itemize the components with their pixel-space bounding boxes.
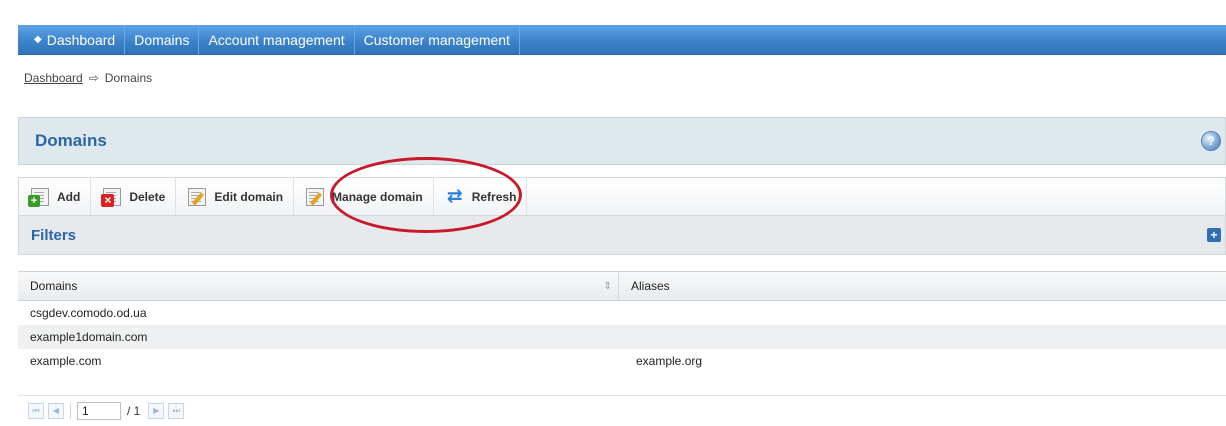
- first-page-icon[interactable]: ⏮: [28, 402, 44, 419]
- filters-bar[interactable]: Filters +: [18, 215, 1226, 255]
- add-document-icon: [28, 187, 49, 207]
- edit-document-icon: [188, 187, 207, 206]
- help-icon[interactable]: ?: [1201, 131, 1221, 151]
- add-button-label: Add: [57, 189, 81, 204]
- manage-domain-button-label: Manage domain: [332, 189, 423, 204]
- delete-button[interactable]: Delete: [91, 178, 177, 215]
- breadcrumb-dashboard-link[interactable]: Dashboard: [24, 71, 83, 85]
- next-page-icon[interactable]: ▶: [148, 402, 165, 419]
- domains-table: Domains ⇕ Aliases csgdev.comodo.od.ua ex…: [18, 271, 1226, 373]
- column-header-domains[interactable]: Domains ⇕: [18, 272, 618, 300]
- table-row[interactable]: example.com example.org: [18, 349, 1226, 373]
- domain-cell: example1domain.com: [30, 330, 148, 344]
- breadcrumb: Dashboard ⇨ Domains: [24, 71, 152, 85]
- prev-page-icon[interactable]: ◀: [48, 402, 64, 419]
- page-title-panel: Domains ?: [18, 117, 1226, 165]
- table-row[interactable]: example1domain.com: [18, 325, 1226, 349]
- page-total: / 1: [127, 403, 141, 418]
- nav-customer-management[interactable]: Customer management: [355, 24, 520, 55]
- pager-divider: [70, 402, 71, 419]
- nav-dashboard-label: Dashboard: [46, 31, 116, 48]
- manage-domain-button[interactable]: Manage domain: [294, 178, 434, 215]
- table-row[interactable]: csgdev.comodo.od.ua: [18, 301, 1226, 325]
- app-frame: ◆ Dashboard Domains Account management C…: [18, 0, 1226, 426]
- nav-domains-label: Domains: [134, 31, 190, 48]
- refresh-button[interactable]: ⇄ Refresh: [434, 178, 528, 215]
- sort-icon[interactable]: ⇕: [604, 281, 612, 292]
- domain-cell: csgdev.comodo.od.ua: [30, 306, 147, 320]
- toolbar: Add Delete Edit domain Manage domain ⇄ R…: [18, 177, 1226, 215]
- filters-label: Filters: [31, 226, 77, 244]
- domain-cell: example.com: [30, 354, 102, 368]
- edit-domain-button-label: Edit domain: [214, 189, 284, 204]
- add-button[interactable]: Add: [19, 178, 92, 215]
- nav-dashboard[interactable]: ◆ Dashboard: [18, 24, 126, 55]
- page-number-input[interactable]: [77, 401, 121, 420]
- nav-account-management[interactable]: Account management: [199, 24, 355, 55]
- delete-document-icon: [101, 187, 122, 207]
- column-header-domains-label: Domains: [30, 279, 78, 293]
- column-header-aliases-label: Aliases: [631, 279, 670, 293]
- pager: ⏮ ◀ / 1 ▶ ⏭: [18, 395, 1226, 425]
- delete-button-label: Delete: [129, 189, 166, 204]
- top-nav: ◆ Dashboard Domains Account management C…: [18, 24, 1226, 55]
- nav-customer-management-label: Customer management: [363, 31, 510, 48]
- arrow-right-icon: ⇨: [88, 71, 99, 85]
- home-icon: ◆: [34, 34, 42, 45]
- nav-account-management-label: Account management: [208, 31, 345, 48]
- expand-plus-icon[interactable]: +: [1207, 228, 1221, 242]
- refresh-button-label: Refresh: [471, 189, 517, 204]
- column-header-aliases[interactable]: Aliases: [618, 272, 1226, 300]
- nav-domains[interactable]: Domains: [125, 24, 200, 55]
- breadcrumb-current: Domains: [104, 71, 153, 85]
- page-title: Domains: [35, 131, 107, 150]
- refresh-icon: ⇄: [446, 185, 463, 207]
- last-page-icon[interactable]: ⏭: [168, 402, 185, 419]
- alias-cell: example.org: [636, 354, 703, 368]
- manage-document-icon: [306, 187, 325, 206]
- table-header: Domains ⇕ Aliases: [18, 271, 1226, 301]
- edit-domain-button[interactable]: Edit domain: [176, 178, 295, 215]
